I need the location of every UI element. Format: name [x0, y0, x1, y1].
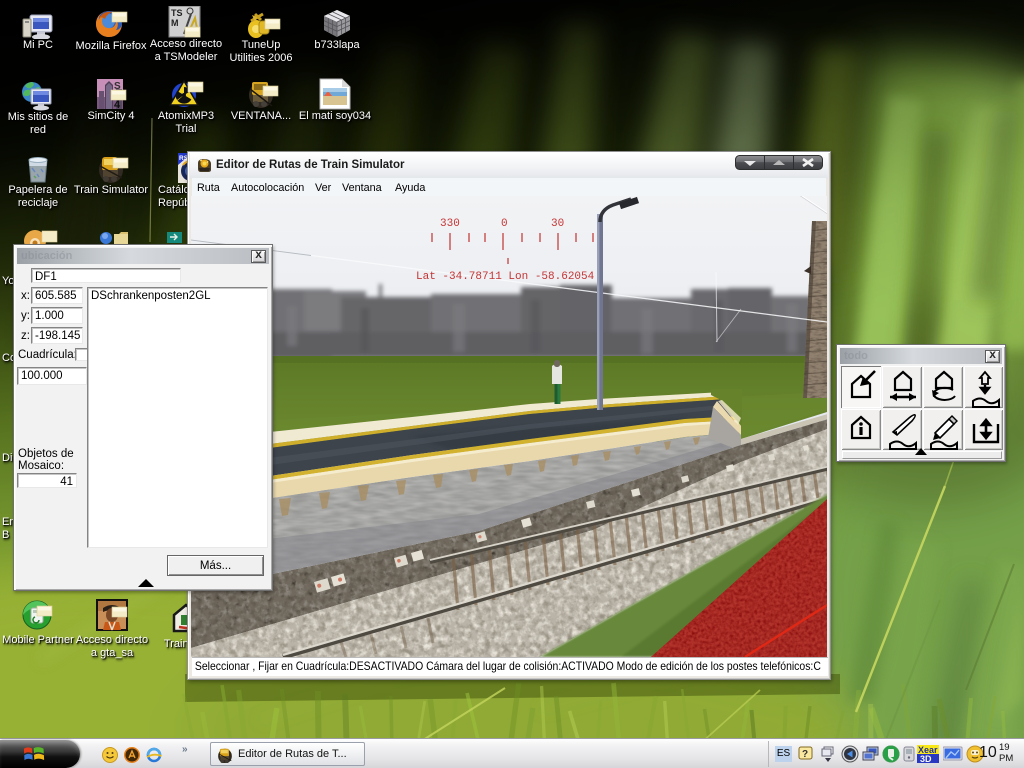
- svg-text:?: ?: [802, 749, 808, 760]
- svg-text:330: 330: [440, 218, 460, 230]
- svg-text:0: 0: [501, 218, 508, 230]
- svg-text:30: 30: [551, 218, 564, 230]
- svg-text:3D: 3D: [920, 754, 932, 763]
- svg-text:Lat -34.78711 Lon -58.62054: Lat -34.78711 Lon -58.62054: [416, 271, 595, 283]
